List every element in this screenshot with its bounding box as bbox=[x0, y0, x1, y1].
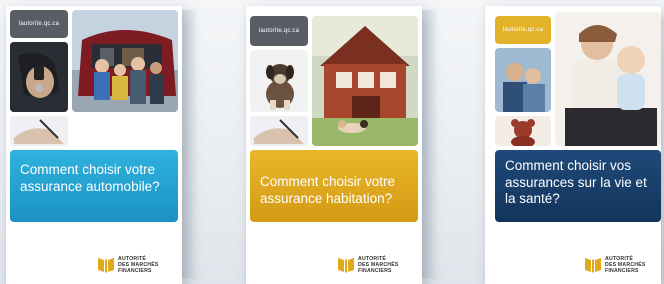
url-tile[interactable]: lautorite.qc.ca bbox=[250, 16, 308, 46]
amf-flag-icon bbox=[98, 258, 114, 273]
url-tile[interactable]: lautorite.qc.ca bbox=[10, 10, 68, 38]
brochure-home[interactable]: lautorite.qc.ca Comment choisir votre as… bbox=[246, 6, 422, 284]
brochure-shadow bbox=[422, 10, 438, 278]
brochure-title: Comment choisir votre assurance automobi… bbox=[10, 150, 178, 222]
car-family-photo bbox=[72, 10, 178, 112]
amf-flag-icon bbox=[585, 258, 601, 273]
photo-spacer bbox=[72, 116, 178, 146]
brochure-showcase: lautorite.qc.ca Comment choisir votre as… bbox=[0, 0, 664, 284]
signing-photo bbox=[10, 116, 68, 146]
keys-photo bbox=[10, 42, 68, 112]
url-text: lautorite.qc.ca bbox=[18, 21, 60, 27]
amf-logo: AUTORITÉ DES MARCHÉS FINANCIERS bbox=[585, 256, 664, 274]
brochure-auto[interactable]: lautorite.qc.ca Comment choisir votre as… bbox=[6, 6, 182, 284]
teddy-bear-photo bbox=[495, 116, 551, 146]
amf-logo: AUTORITÉ DES MARCHÉS FINANCIERS bbox=[98, 256, 178, 274]
signing-photo bbox=[250, 116, 308, 146]
amf-flag-icon bbox=[338, 258, 354, 273]
brochure-life-health[interactable]: lautorite.qc.ca Comment choisir vos assu… bbox=[485, 6, 661, 284]
amf-logo-text: AUTORITÉ DES MARCHÉS FINANCIERS bbox=[358, 256, 399, 274]
url-tile[interactable]: lautorite.qc.ca bbox=[495, 16, 551, 44]
dog-photo bbox=[250, 50, 308, 112]
brochure-title: Comment choisir vos assurances sur la vi… bbox=[495, 150, 661, 222]
couple-photo bbox=[495, 48, 551, 112]
baby-family-photo bbox=[555, 12, 661, 146]
amf-logo: AUTORITÉ DES MARCHÉS FINANCIERS bbox=[338, 256, 418, 274]
url-text: lautorite.qc.ca bbox=[502, 27, 544, 33]
amf-logo-text: AUTORITÉ DES MARCHÉS FINANCIERS bbox=[118, 256, 159, 274]
brochure-shadow bbox=[182, 10, 198, 278]
house-photo bbox=[312, 16, 418, 146]
url-text: lautorite.qc.ca bbox=[258, 28, 300, 34]
amf-logo-text: AUTORITÉ DES MARCHÉS FINANCIERS bbox=[605, 256, 646, 274]
brochure-title: Comment choisir votre assurance habitati… bbox=[250, 150, 418, 222]
